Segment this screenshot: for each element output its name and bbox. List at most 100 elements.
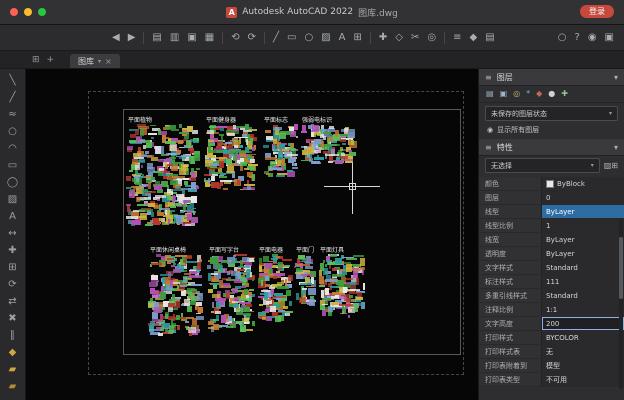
collapse-icon[interactable]: ▾	[614, 143, 618, 152]
property-value[interactable]: BYCOLOR	[541, 331, 624, 344]
layer-properties-icon[interactable]: ▤	[486, 90, 494, 98]
group-tool-icon[interactable]: ▰	[0, 361, 25, 378]
property-value[interactable]: 不可用	[541, 373, 624, 386]
erase-tool-icon[interactable]: ✖	[0, 310, 25, 327]
property-value[interactable]: ByBlock	[541, 177, 624, 190]
menu-icon[interactable]: ≡	[485, 73, 492, 82]
move-tool-icon[interactable]: ✚	[379, 33, 387, 43]
cad-block	[168, 303, 176, 307]
layer-state-dropdown[interactable]: 未保存的图层状态 ▾	[485, 106, 618, 121]
text-tool-icon[interactable]: A	[0, 208, 25, 225]
block-group-6[interactable]: 平面写字台	[207, 246, 255, 334]
block-insert-tool-icon[interactable]: ◆	[0, 344, 25, 361]
layer-off-icon[interactable]: ●	[548, 90, 555, 98]
login-button[interactable]: 登录	[580, 5, 614, 18]
print-icon[interactable]: ▦	[205, 33, 214, 43]
cad-block	[328, 288, 332, 290]
cad-block	[340, 147, 343, 151]
property-value[interactable]: 111	[541, 275, 624, 288]
cad-block	[297, 264, 310, 266]
property-value[interactable]: 1:1	[541, 303, 624, 316]
rotate-tool-icon[interactable]: ⟳	[0, 276, 25, 293]
scrollbar-thumb[interactable]	[619, 237, 623, 299]
chevron-down-icon[interactable]: ▾	[98, 58, 101, 65]
block-group-8[interactable]: 平面门	[294, 246, 316, 308]
line-tool-icon[interactable]: ╱	[273, 33, 279, 43]
dimension-tool-icon[interactable]: ↔	[0, 225, 25, 242]
layer-state-icon[interactable]: ▣	[500, 90, 508, 98]
open-icon[interactable]: ▥	[170, 33, 179, 43]
select-objects-icon[interactable]: ⊞	[611, 161, 618, 170]
rectangle-tool-icon[interactable]: ▭	[0, 157, 25, 174]
help-icon[interactable]: ?	[575, 33, 580, 43]
property-value[interactable]: 1	[541, 219, 624, 232]
redo-icon[interactable]: ⟳	[248, 33, 256, 43]
panel-scrollbar[interactable]	[619, 219, 623, 389]
property-value[interactable]: 模型	[541, 359, 624, 372]
user-icon[interactable]: ◉	[588, 33, 597, 43]
table-tool-icon[interactable]: ⊞	[354, 33, 362, 43]
block-group-9[interactable]: 平面灯具	[318, 246, 366, 320]
nav-back-icon[interactable]: ◀	[112, 33, 120, 43]
nav-forward-icon[interactable]: ▶	[128, 33, 136, 43]
line-tool-icon[interactable]: ╱	[0, 89, 25, 106]
circle-tool-icon[interactable]: ○	[304, 33, 313, 43]
block-group-5[interactable]: 平面休闲桌椅	[148, 246, 204, 338]
measure-tool-icon[interactable]: ◎	[427, 33, 436, 43]
cad-block	[325, 154, 338, 156]
tab-grid-icon[interactable]: ⊞	[32, 55, 40, 65]
close-tab-icon[interactable]: ×	[105, 57, 112, 66]
block-icon[interactable]: ◆	[470, 33, 478, 43]
property-value[interactable]: ByLayer	[541, 233, 624, 246]
property-value[interactable]: Standard	[541, 261, 624, 274]
drawing-canvas[interactable]: 平面植物平面健身器平面标志强弱电标识平面休闲桌椅平面写字台平面电器平面门平面灯具	[26, 69, 478, 400]
arc-tool-icon[interactable]: ◠	[0, 140, 25, 157]
tool-palette-icon[interactable]: ▰	[0, 378, 25, 395]
select-tool-icon[interactable]: ╲	[0, 72, 25, 89]
drawing-tab[interactable]: 图库 ▾ ×	[70, 54, 120, 68]
circle-tool-icon[interactable]: ○	[0, 123, 25, 140]
block-group-3[interactable]: 平面标志	[262, 116, 298, 180]
block-group-1[interactable]: 平面植物	[126, 116, 200, 228]
save-icon[interactable]: ▣	[187, 33, 196, 43]
hatch-tool-icon[interactable]: ▨	[0, 191, 25, 208]
selection-dropdown[interactable]: 无选择 ▾	[485, 158, 600, 173]
move-tool-icon[interactable]: ✚	[0, 242, 25, 259]
new-tab-icon[interactable]: +	[47, 55, 55, 65]
properties-icon[interactable]: ▤	[485, 33, 494, 43]
property-value[interactable]: ByLayer	[541, 205, 624, 218]
hatch-tool-icon[interactable]: ▨	[321, 33, 330, 43]
property-value[interactable]: 无	[541, 345, 624, 358]
property-value[interactable]: Standard	[541, 289, 624, 302]
property-value-text: ByLayer	[546, 208, 574, 216]
panel-toggle-icon[interactable]: ▣	[605, 33, 614, 43]
layer-lock-icon[interactable]: ◆	[536, 90, 542, 98]
ellipse-tool-icon[interactable]: ◯	[0, 174, 25, 191]
undo-icon[interactable]: ⟲	[231, 33, 239, 43]
mirror-tool-icon[interactable]: ⇄	[0, 293, 25, 310]
rectangle-tool-icon[interactable]: ▭	[287, 33, 296, 43]
qnew-icon[interactable]: ▤	[152, 33, 161, 43]
text-tool-icon[interactable]: A	[339, 33, 346, 43]
layer-isolate-icon[interactable]: ◎	[513, 90, 520, 98]
collapse-icon[interactable]: ▾	[614, 73, 618, 82]
layer-freeze-icon[interactable]: *	[526, 90, 530, 98]
menu-icon[interactable]: ≡	[485, 143, 492, 152]
trim-tool-icon[interactable]: ✂	[411, 33, 419, 43]
scale-tool-icon[interactable]: ◇	[395, 33, 403, 43]
show-all-layers[interactable]: ◉ 显示所有图层	[485, 123, 618, 136]
property-value[interactable]: 200	[541, 317, 624, 330]
layer-new-icon[interactable]: ✚	[561, 90, 568, 98]
search-icon[interactable]: ○	[558, 33, 567, 43]
offset-tool-icon[interactable]: ∥	[0, 327, 25, 344]
property-value[interactable]: ByLayer	[541, 247, 624, 260]
block-group-7[interactable]: 平面电器	[257, 246, 293, 324]
layers-icon[interactable]: ≡	[453, 33, 461, 43]
copy-tool-icon[interactable]: ⊞	[0, 259, 25, 276]
right-panel: ≡ 图层 ▾ ▤▣◎*◆●✚ 未保存的图层状态 ▾ ◉ 显示所有图层 ≡ 特性 …	[478, 69, 624, 400]
block-group-2[interactable]: 平面健身器	[204, 116, 258, 194]
polyline-tool-icon[interactable]: ≈	[0, 106, 25, 123]
property-value[interactable]: 0	[541, 191, 624, 204]
block-group-4[interactable]: 强弱电标识	[300, 116, 358, 166]
cad-block	[147, 167, 155, 172]
